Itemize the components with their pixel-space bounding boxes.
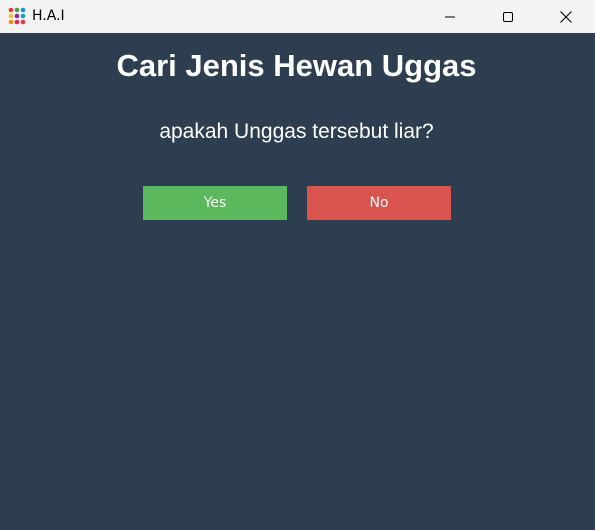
page-title: Cari Jenis Hewan Uggas: [116, 48, 477, 83]
question-text: apakah Unggas tersebut liar?: [159, 120, 434, 143]
no-button[interactable]: No: [307, 186, 451, 220]
minimize-icon: [445, 16, 455, 17]
minimize-button[interactable]: [427, 0, 473, 33]
title-bar[interactable]: H.A.I: [0, 0, 595, 33]
close-icon: [560, 10, 572, 23]
yes-button[interactable]: Yes: [143, 186, 287, 220]
maximize-icon: [503, 11, 513, 22]
maximize-button[interactable]: [485, 0, 531, 33]
app-window: H.A.I Cari Jenis Hewan Uggas apakah Ungg…: [0, 0, 595, 530]
window-title: H.A.I: [32, 8, 65, 24]
close-button[interactable]: [543, 0, 589, 33]
grid-dots-icon: [8, 7, 26, 25]
main-content: Cari Jenis Hewan Uggas apakah Unggas ter…: [0, 33, 595, 530]
